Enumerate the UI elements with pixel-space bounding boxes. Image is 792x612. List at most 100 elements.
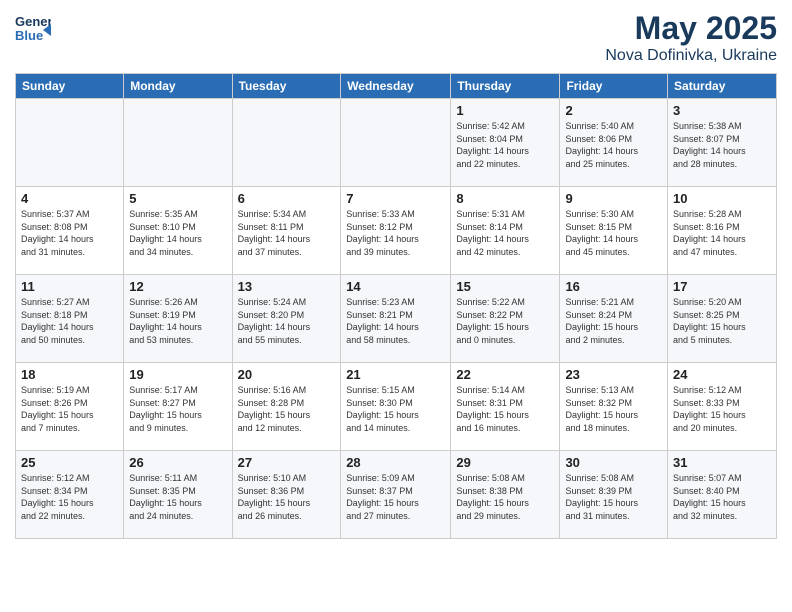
calendar-cell: 10 Sunrise: 5:28 AM Sunset: 8:16 PM Dayli…	[668, 187, 777, 275]
calendar-cell: 8 Sunrise: 5:31 AM Sunset: 8:14 PM Daylig…	[451, 187, 560, 275]
day-number: 26	[129, 455, 226, 470]
day-number: 9	[565, 191, 662, 206]
day-number: 8	[456, 191, 554, 206]
day-info: Sunrise: 5:12 AM Sunset: 8:33 PM Dayligh…	[673, 384, 771, 434]
location-subtitle: Nova Dofinivka, Ukraine	[605, 47, 777, 65]
day-info: Sunrise: 5:40 AM Sunset: 8:06 PM Dayligh…	[565, 120, 662, 170]
calendar-cell: 22 Sunrise: 5:14 AM Sunset: 8:31 PM Dayli…	[451, 363, 560, 451]
calendar-day-header: Thursday	[451, 74, 560, 99]
day-info: Sunrise: 5:28 AM Sunset: 8:16 PM Dayligh…	[673, 208, 771, 258]
day-number: 5	[129, 191, 226, 206]
calendar-week-row: 18Sunrise: 5:19 AM Sunset: 8:26 PM Dayli…	[16, 363, 777, 451]
day-info: Sunrise: 5:12 AM Sunset: 8:34 PM Dayligh…	[21, 472, 118, 522]
page-container: General Blue May 2025 Nova Dofinivka, Uk…	[0, 0, 792, 549]
day-info: Sunrise: 5:37 AM Sunset: 8:08 PM Dayligh…	[21, 208, 118, 258]
calendar-cell: 26Sunrise: 5:11 AM Sunset: 8:35 PM Dayli…	[124, 451, 232, 539]
day-number: 27	[238, 455, 336, 470]
day-number: 30	[565, 455, 662, 470]
day-info: Sunrise: 5:30 AM Sunset: 8:15 PM Dayligh…	[565, 208, 662, 258]
calendar-week-row: 4 Sunrise: 5:37 AM Sunset: 8:08 PM Daylig…	[16, 187, 777, 275]
day-info: Sunrise: 5:08 AM Sunset: 8:38 PM Dayligh…	[456, 472, 554, 522]
logo: General Blue	[15, 10, 55, 51]
day-number: 17	[673, 279, 771, 294]
day-info: Sunrise: 5:24 AM Sunset: 8:20 PM Dayligh…	[238, 296, 336, 346]
calendar-cell: 19Sunrise: 5:17 AM Sunset: 8:27 PM Dayli…	[124, 363, 232, 451]
day-info: Sunrise: 5:21 AM Sunset: 8:24 PM Dayligh…	[565, 296, 662, 346]
day-info: Sunrise: 5:14 AM Sunset: 8:31 PM Dayligh…	[456, 384, 554, 434]
day-number: 22	[456, 367, 554, 382]
calendar-week-row: 25 Sunrise: 5:12 AM Sunset: 8:34 PM Dayli…	[16, 451, 777, 539]
month-title: May 2025	[605, 10, 777, 47]
day-number: 4	[21, 191, 118, 206]
day-info: Sunrise: 5:31 AM Sunset: 8:14 PM Dayligh…	[456, 208, 554, 258]
calendar-day-header: Friday	[560, 74, 668, 99]
day-info: Sunrise: 5:10 AM Sunset: 8:36 PM Dayligh…	[238, 472, 336, 522]
calendar-cell	[16, 99, 124, 187]
day-info: Sunrise: 5:07 AM Sunset: 8:40 PM Dayligh…	[673, 472, 771, 522]
day-number: 12	[129, 279, 226, 294]
day-info: Sunrise: 5:08 AM Sunset: 8:39 PM Dayligh…	[565, 472, 662, 522]
day-number: 3	[673, 103, 771, 118]
calendar-cell	[124, 99, 232, 187]
day-number: 16	[565, 279, 662, 294]
calendar-cell: 31 Sunrise: 5:07 AM Sunset: 8:40 PM Dayli…	[668, 451, 777, 539]
calendar-cell: 3 Sunrise: 5:38 AM Sunset: 8:07 PM Daylig…	[668, 99, 777, 187]
day-number: 25	[21, 455, 118, 470]
calendar-cell	[232, 99, 341, 187]
calendar-cell: 25 Sunrise: 5:12 AM Sunset: 8:34 PM Dayli…	[16, 451, 124, 539]
calendar-cell: 13 Sunrise: 5:24 AM Sunset: 8:20 PM Dayli…	[232, 275, 341, 363]
day-number: 2	[565, 103, 662, 118]
svg-text:Blue: Blue	[15, 28, 43, 43]
calendar-day-header: Monday	[124, 74, 232, 99]
calendar-day-header: Wednesday	[341, 74, 451, 99]
day-info: Sunrise: 5:16 AM Sunset: 8:28 PM Dayligh…	[238, 384, 336, 434]
day-number: 6	[238, 191, 336, 206]
day-info: Sunrise: 5:34 AM Sunset: 8:11 PM Dayligh…	[238, 208, 336, 258]
calendar-cell: 29Sunrise: 5:08 AM Sunset: 8:38 PM Dayli…	[451, 451, 560, 539]
calendar-cell: 6 Sunrise: 5:34 AM Sunset: 8:11 PM Daylig…	[232, 187, 341, 275]
day-info: Sunrise: 5:33 AM Sunset: 8:12 PM Dayligh…	[346, 208, 445, 258]
day-info: Sunrise: 5:38 AM Sunset: 8:07 PM Dayligh…	[673, 120, 771, 170]
calendar-week-row: 1Sunrise: 5:42 AM Sunset: 8:04 PM Daylig…	[16, 99, 777, 187]
calendar-cell: 24 Sunrise: 5:12 AM Sunset: 8:33 PM Dayli…	[668, 363, 777, 451]
calendar-day-header: Saturday	[668, 74, 777, 99]
calendar-day-header: Tuesday	[232, 74, 341, 99]
calendar-cell: 15Sunrise: 5:22 AM Sunset: 8:22 PM Dayli…	[451, 275, 560, 363]
calendar-cell: 28Sunrise: 5:09 AM Sunset: 8:37 PM Dayli…	[341, 451, 451, 539]
calendar-cell: 18Sunrise: 5:19 AM Sunset: 8:26 PM Dayli…	[16, 363, 124, 451]
calendar-cell: 30 Sunrise: 5:08 AM Sunset: 8:39 PM Dayli…	[560, 451, 668, 539]
calendar-cell: 21Sunrise: 5:15 AM Sunset: 8:30 PM Dayli…	[341, 363, 451, 451]
calendar-cell: 12 Sunrise: 5:26 AM Sunset: 8:19 PM Dayli…	[124, 275, 232, 363]
calendar-week-row: 11 Sunrise: 5:27 AM Sunset: 8:18 PM Dayli…	[16, 275, 777, 363]
logo-icon: General Blue	[15, 10, 51, 46]
calendar-day-header: Sunday	[16, 74, 124, 99]
day-number: 13	[238, 279, 336, 294]
day-number: 31	[673, 455, 771, 470]
day-number: 23	[565, 367, 662, 382]
day-info: Sunrise: 5:22 AM Sunset: 8:22 PM Dayligh…	[456, 296, 554, 346]
calendar-cell: 27 Sunrise: 5:10 AM Sunset: 8:36 PM Dayli…	[232, 451, 341, 539]
calendar-cell: 23Sunrise: 5:13 AM Sunset: 8:32 PM Dayli…	[560, 363, 668, 451]
day-number: 7	[346, 191, 445, 206]
day-number: 1	[456, 103, 554, 118]
day-number: 20	[238, 367, 336, 382]
calendar-cell: 16 Sunrise: 5:21 AM Sunset: 8:24 PM Dayli…	[560, 275, 668, 363]
calendar-cell: 20 Sunrise: 5:16 AM Sunset: 8:28 PM Dayli…	[232, 363, 341, 451]
day-number: 24	[673, 367, 771, 382]
calendar-cell: 9 Sunrise: 5:30 AM Sunset: 8:15 PM Daylig…	[560, 187, 668, 275]
calendar-cell: 7 Sunrise: 5:33 AM Sunset: 8:12 PM Daylig…	[341, 187, 451, 275]
calendar-cell: 14Sunrise: 5:23 AM Sunset: 8:21 PM Dayli…	[341, 275, 451, 363]
day-info: Sunrise: 5:15 AM Sunset: 8:30 PM Dayligh…	[346, 384, 445, 434]
header: General Blue May 2025 Nova Dofinivka, Uk…	[15, 10, 777, 65]
calendar-cell: 5Sunrise: 5:35 AM Sunset: 8:10 PM Daylig…	[124, 187, 232, 275]
day-number: 11	[21, 279, 118, 294]
calendar-cell: 11 Sunrise: 5:27 AM Sunset: 8:18 PM Dayli…	[16, 275, 124, 363]
day-info: Sunrise: 5:27 AM Sunset: 8:18 PM Dayligh…	[21, 296, 118, 346]
day-number: 10	[673, 191, 771, 206]
title-block: May 2025 Nova Dofinivka, Ukraine	[605, 10, 777, 65]
svg-text:General: General	[15, 14, 51, 29]
calendar-cell	[341, 99, 451, 187]
calendar-cell: 4 Sunrise: 5:37 AM Sunset: 8:08 PM Daylig…	[16, 187, 124, 275]
day-info: Sunrise: 5:26 AM Sunset: 8:19 PM Dayligh…	[129, 296, 226, 346]
day-number: 14	[346, 279, 445, 294]
